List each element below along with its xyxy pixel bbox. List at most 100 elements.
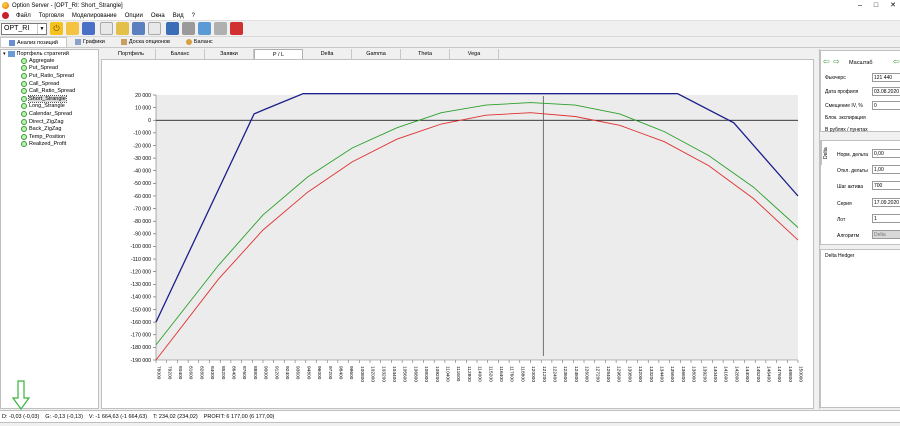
- tree-item[interactable]: Temp_Position: [1, 133, 98, 141]
- tab-label: Графики: [82, 39, 105, 45]
- menu-options[interactable]: Опции: [121, 13, 147, 19]
- tree-item[interactable]: Call_Spread: [1, 80, 98, 88]
- chart-tab[interactable]: P / L: [254, 49, 303, 59]
- collapse-icon[interactable]: ▾: [3, 51, 6, 57]
- menu-file[interactable]: Файл: [12, 13, 35, 19]
- tree-item[interactable]: Call_Ratio_Spread: [1, 87, 98, 95]
- chart-icon[interactable]: [148, 22, 161, 35]
- y-tick-label: -130 000: [131, 282, 152, 288]
- x-tick-label: 97200: [327, 366, 333, 380]
- menu-modeling[interactable]: Моделирование: [68, 13, 121, 19]
- x-tick-label: 130800: [626, 366, 632, 382]
- tab-position-analysis[interactable]: Анализ позиций: [0, 37, 67, 47]
- delta-side-tab[interactable]: Delta: [821, 141, 830, 165]
- chart-tab[interactable]: Баланс: [156, 49, 205, 59]
- stop-icon[interactable]: [230, 22, 243, 35]
- status-led-icon: [21, 103, 27, 110]
- menu-view[interactable]: Вид: [169, 13, 188, 19]
- arrow-left-icon-2[interactable]: ⇦: [893, 57, 900, 66]
- tree-item[interactable]: Short_Strangle: [1, 94, 98, 103]
- status-led-icon: [21, 72, 27, 79]
- instrument-select[interactable]: OPT_RI ▼: [1, 22, 47, 35]
- instrument-select-value: OPT_RI: [4, 25, 30, 32]
- chart-tab[interactable]: Delta: [303, 49, 352, 59]
- tab-charts[interactable]: Графики: [67, 37, 113, 47]
- x-tick-label: 84000: [209, 366, 215, 380]
- tree-item[interactable]: Back_ZigZag: [1, 125, 98, 133]
- close-button[interactable]: ✕: [890, 0, 896, 11]
- arrow-right-icon[interactable]: ⇨: [833, 57, 840, 66]
- x-tick-label: 142800: [733, 366, 739, 382]
- x-tick-label: 116400: [498, 366, 504, 382]
- chart-tab[interactable]: Vega: [450, 49, 499, 59]
- y-tick-label: -120 000: [131, 269, 152, 275]
- scale-box: ⇦ ⇨ Масштаб ⇦ Фьючерс 121 440 Дата профи…: [820, 50, 900, 133]
- x-tick-label: 110400: [445, 366, 451, 382]
- status-led-icon: [21, 110, 27, 117]
- tree-root[interactable]: ▾ Портфель стратегий: [1, 50, 98, 57]
- algorithm-select[interactable]: Delta: [872, 230, 900, 239]
- menu-trading[interactable]: Торговля: [35, 13, 68, 19]
- calculator-icon[interactable]: [166, 22, 179, 35]
- norm-delta-field[interactable]: 0,00: [872, 149, 900, 158]
- tree-item-label: Long_Strangle: [29, 103, 65, 110]
- lot-field[interactable]: 1: [872, 214, 900, 223]
- tab-label: Доска опционов: [128, 39, 170, 45]
- network-icon[interactable]: [198, 22, 211, 35]
- menu-windows[interactable]: Окна: [147, 13, 169, 19]
- tab-option-board[interactable]: Доска опционов: [113, 37, 178, 47]
- chart-tab[interactable]: Портфель: [107, 49, 156, 59]
- tree-item-label: Realized_Profit: [29, 141, 67, 148]
- y-tick-label: -170 000: [131, 333, 152, 339]
- x-tick-label: 124800: [573, 366, 579, 382]
- chart-tab[interactable]: Theta: [401, 49, 450, 59]
- chevron-down-icon[interactable]: ▼: [37, 23, 46, 34]
- x-tick-label: 147600: [776, 366, 782, 382]
- status-led-icon: [21, 141, 27, 148]
- tree-item[interactable]: Realized_Profit: [1, 141, 98, 149]
- futures-field[interactable]: 121 440: [872, 73, 900, 82]
- currency-toggle-label[interactable]: В рублях / пунктах: [825, 127, 868, 133]
- tree-item[interactable]: Aggregate: [1, 57, 98, 65]
- gear-icon[interactable]: [214, 22, 227, 35]
- status-gamma: G: -0,13 (-0,13): [45, 413, 83, 420]
- open-folder-icon[interactable]: [66, 22, 79, 35]
- menu-help[interactable]: ?: [188, 13, 199, 19]
- app-menu-icon[interactable]: [2, 12, 9, 19]
- asset-step-field[interactable]: 700: [872, 181, 900, 190]
- x-tick-label: 117600: [509, 366, 515, 382]
- profile-date-field[interactable]: 03.08.2020: [872, 87, 900, 96]
- x-tick-label: 112800: [466, 366, 472, 382]
- tree-item[interactable]: Put_Ratio_Spread: [1, 72, 98, 80]
- status-theta: T: 234,02 (234,02): [153, 413, 198, 420]
- expiry-lock-label[interactable]: Блок. экспирация: [825, 115, 866, 121]
- iv-shift-label: Смещение IV, %: [825, 103, 863, 109]
- terminal-icon[interactable]: [182, 22, 195, 35]
- x-tick-label: 129600: [616, 366, 622, 382]
- delta-deviation-field[interactable]: 1,00: [872, 165, 900, 174]
- iv-shift-field[interactable]: 0: [872, 101, 900, 110]
- chart-tab[interactable]: Gamma: [352, 49, 401, 59]
- maximize-button[interactable]: □: [874, 0, 878, 11]
- x-tick-label: 120000: [530, 366, 536, 382]
- status-led-icon: [21, 95, 27, 102]
- table-icon[interactable]: [132, 22, 145, 35]
- tree-item[interactable]: Put_Spread: [1, 65, 98, 73]
- add-document-icon[interactable]: [100, 22, 113, 35]
- minimize-button[interactable]: ‒: [858, 0, 862, 11]
- x-tick-label: 145200: [755, 366, 761, 382]
- tree-item[interactable]: Direct_ZigZag: [1, 118, 98, 126]
- y-tick-label: -140 000: [131, 295, 152, 301]
- power-icon[interactable]: ⏻: [50, 22, 63, 35]
- x-tick-label: 96000: [316, 366, 322, 380]
- save-icon[interactable]: [82, 22, 95, 35]
- edit-icon[interactable]: [116, 22, 129, 35]
- tree-item-label: Aggregate: [29, 57, 55, 64]
- x-tick-label: 106800: [412, 366, 418, 382]
- tree-item[interactable]: Calendar_Spread: [1, 110, 98, 118]
- tab-balance[interactable]: Баланс: [178, 37, 221, 47]
- chart-tab[interactable]: Заявки: [205, 49, 254, 59]
- arrow-left-icon[interactable]: ⇦: [823, 57, 830, 66]
- series-field[interactable]: 17.09.2020: [872, 198, 900, 207]
- tree-item[interactable]: Long_Strangle: [1, 103, 98, 111]
